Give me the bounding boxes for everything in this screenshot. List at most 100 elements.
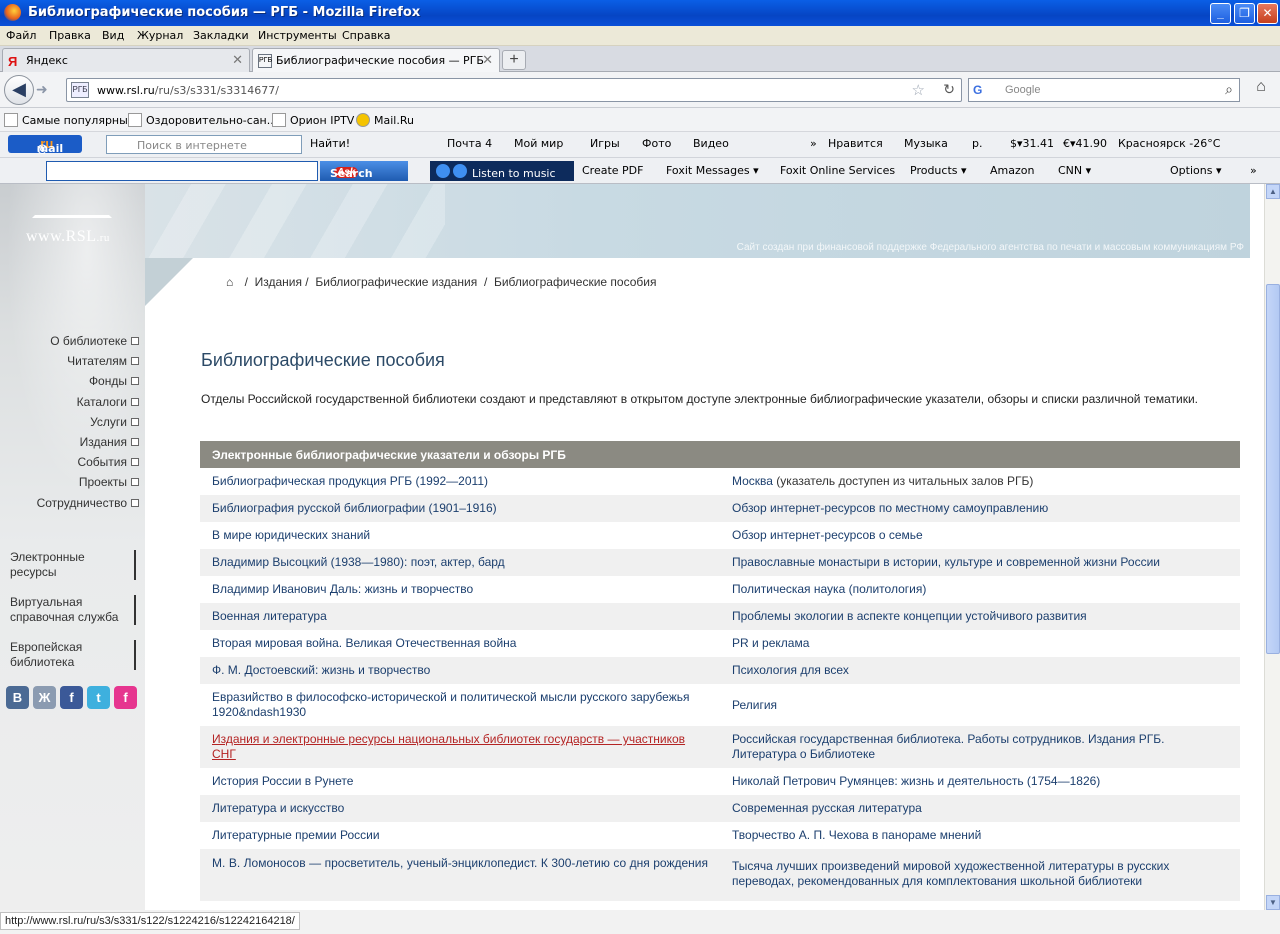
- bookmark-health[interactable]: Оздоровительно-сан...: [128, 113, 277, 127]
- list-link[interactable]: Современная русская литература: [732, 801, 1232, 816]
- rsl-logo[interactable]: www.RSL.ru: [26, 228, 110, 246]
- scroll-down-icon[interactable]: ▼: [1266, 895, 1280, 910]
- new-tab-button[interactable]: +: [502, 50, 526, 70]
- list-link[interactable]: Николай Петрович Румянцев: жизнь и деяте…: [732, 774, 1232, 789]
- list-link[interactable]: Библиографическая продукция РГБ (1992—20…: [212, 474, 708, 489]
- menu-view[interactable]: Вид: [102, 29, 124, 42]
- products-button[interactable]: Products ▾: [910, 164, 967, 177]
- menu-edit[interactable]: Правка: [49, 29, 91, 42]
- usd-rate[interactable]: $▾31.41: [1010, 137, 1054, 150]
- menu-history[interactable]: Журнал: [137, 29, 183, 42]
- menu-file[interactable]: Файл: [6, 29, 36, 42]
- vkontakte-icon[interactable]: В: [6, 686, 29, 709]
- music-link[interactable]: Музыка: [904, 137, 948, 150]
- list-link[interactable]: Вторая мировая война. Великая Отечествен…: [212, 636, 708, 651]
- foxit-messages-button[interactable]: Foxit Messages ▾: [666, 164, 759, 177]
- close-window-button[interactable]: ✕: [1257, 3, 1278, 24]
- list-link[interactable]: Тысяча лучших произведений мировой худож…: [732, 859, 1232, 889]
- address-url[interactable]: www.rsl.ru/ru/s3/s331/s3314677/: [97, 84, 279, 97]
- bookmark-mailru[interactable]: Mail.Ru: [356, 113, 414, 127]
- home-icon[interactable]: ⌂: [226, 275, 233, 289]
- breadcrumb-publications[interactable]: Издания /: [255, 275, 309, 289]
- site-identity-icon[interactable]: РГБ: [71, 82, 89, 98]
- side-link-e-resources[interactable]: Электронные ресурсы: [10, 550, 136, 580]
- my-world-link[interactable]: Мой мир: [514, 137, 563, 150]
- list-link[interactable]: Ф. М. Достоевский: жизнь и творчество: [212, 663, 708, 678]
- search-input[interactable]: Google: [1005, 84, 1040, 96]
- photo-link[interactable]: Фото: [642, 137, 671, 150]
- list-link[interactable]: Библиография русской библиографии (1901–…: [212, 501, 708, 516]
- list-link[interactable]: Психология для всех: [732, 663, 1232, 678]
- nav-collections[interactable]: Фонды: [37, 374, 139, 394]
- list-link[interactable]: Православные монастыри в истории, культу…: [732, 555, 1232, 570]
- list-link[interactable]: Политическая наука (политология): [732, 582, 1232, 597]
- bookmark-popular[interactable]: Самые популярные: [4, 113, 135, 127]
- list-link[interactable]: PR и реклама: [732, 636, 1232, 651]
- nav-publications[interactable]: Издания: [37, 435, 139, 455]
- tab-yandex[interactable]: Я Яндекс ✕: [2, 48, 250, 72]
- games-link[interactable]: Игры: [590, 137, 620, 150]
- side-link-virtual-reference[interactable]: Виртуальная справочная служба: [10, 595, 136, 625]
- search-icon[interactable]: ⌕: [1225, 81, 1233, 98]
- ask-search-input[interactable]: [46, 161, 318, 181]
- create-pdf-button[interactable]: Create PDF: [582, 164, 643, 177]
- list-link[interactable]: Литература и искусство: [212, 801, 708, 816]
- friendfeed-icon[interactable]: f: [114, 686, 137, 709]
- list-link[interactable]: Творчество А. П. Чехова в панораме мнени…: [732, 828, 1232, 843]
- more-chevron-icon[interactable]: »: [810, 137, 817, 150]
- list-link[interactable]: Москва: [732, 474, 773, 488]
- nav-projects[interactable]: Проекты: [37, 475, 139, 495]
- tab-close-icon[interactable]: ✕: [482, 52, 493, 68]
- nav-about[interactable]: О библиотеке: [37, 334, 139, 354]
- amazon-button[interactable]: Amazon: [990, 164, 1034, 177]
- nav-services[interactable]: Услуги: [37, 415, 139, 435]
- find-button[interactable]: Найти!: [310, 137, 350, 150]
- facebook-icon[interactable]: f: [60, 686, 83, 709]
- menu-tools[interactable]: Инструменты: [258, 29, 337, 42]
- page-scrollbar[interactable]: ▲ ▼: [1264, 184, 1280, 910]
- toolbar-overflow-icon[interactable]: »: [1250, 164, 1257, 177]
- list-link[interactable]: В мире юридических знаний: [212, 528, 708, 543]
- scroll-thumb[interactable]: [1266, 284, 1280, 654]
- livejournal-icon[interactable]: Ж: [33, 686, 56, 709]
- list-link[interactable]: Владимир Высоцкий (1938—1980): поэт, акт…: [212, 555, 708, 570]
- options-button[interactable]: Options ▾: [1170, 164, 1221, 177]
- list-link[interactable]: Российская государственная библиотека. Р…: [732, 732, 1232, 762]
- cnn-button[interactable]: CNN ▾: [1058, 164, 1091, 177]
- list-link[interactable]: Владимир Иванович Даль: жизнь и творчест…: [212, 582, 708, 597]
- list-link[interactable]: Литературные премии России: [212, 828, 708, 843]
- rub-link[interactable]: р.: [972, 137, 982, 150]
- listen-to-music-widget[interactable]: Listen to music: [430, 161, 574, 181]
- twitter-icon[interactable]: t: [87, 686, 110, 709]
- menu-help[interactable]: Справка: [342, 29, 390, 42]
- bookmark-star-icon[interactable]: ☆: [912, 81, 925, 99]
- video-link[interactable]: Видео: [693, 137, 729, 150]
- reload-icon[interactable]: ↻: [943, 81, 955, 98]
- google-icon[interactable]: G: [973, 82, 989, 98]
- tab-close-icon[interactable]: ✕: [232, 52, 243, 68]
- ask-search-button[interactable]: Search Ask: [320, 161, 408, 181]
- list-link[interactable]: Евразийство в философско-исторической и …: [212, 690, 708, 720]
- nav-catalogs[interactable]: Каталоги: [37, 395, 139, 415]
- list-link[interactable]: Проблемы экологии в аспекте концепции ус…: [732, 609, 1232, 624]
- search-bar[interactable]: G Google ⌕: [968, 78, 1240, 102]
- likes-link[interactable]: Нравится: [828, 137, 883, 150]
- bookmark-orion[interactable]: Орион IPTV: [272, 113, 354, 127]
- list-link[interactable]: Обзор интернет-ресурсов о семье: [732, 528, 1232, 543]
- list-link[interactable]: Религия: [732, 698, 1232, 713]
- nav-events[interactable]: События: [37, 455, 139, 475]
- mailru-logo[interactable]: @ mail .ru: [8, 135, 82, 155]
- nav-readers[interactable]: Читателям: [37, 354, 139, 374]
- forward-button[interactable]: ➜: [36, 81, 48, 98]
- menu-bookmarks[interactable]: Закладки: [193, 29, 249, 42]
- list-link[interactable]: Обзор интернет-ресурсов по местному само…: [732, 501, 1232, 516]
- weather-link[interactable]: Красноярск -26°C: [1118, 137, 1220, 150]
- back-button[interactable]: ◀: [4, 75, 34, 105]
- list-link[interactable]: История России в Рунете: [212, 774, 708, 789]
- mailru-search-input[interactable]: Поиск в интернете: [106, 135, 302, 154]
- breadcrumb-bib-publications[interactable]: Библиографические издания: [315, 275, 477, 289]
- foxit-online-button[interactable]: Foxit Online Services: [780, 164, 895, 177]
- address-bar[interactable]: РГБ www.rsl.ru/ru/s3/s331/s3314677/ ☆ ↻: [66, 78, 962, 102]
- nav-cooperation[interactable]: Сотрудничество: [37, 496, 139, 516]
- list-link[interactable]: Военная литература: [212, 609, 708, 624]
